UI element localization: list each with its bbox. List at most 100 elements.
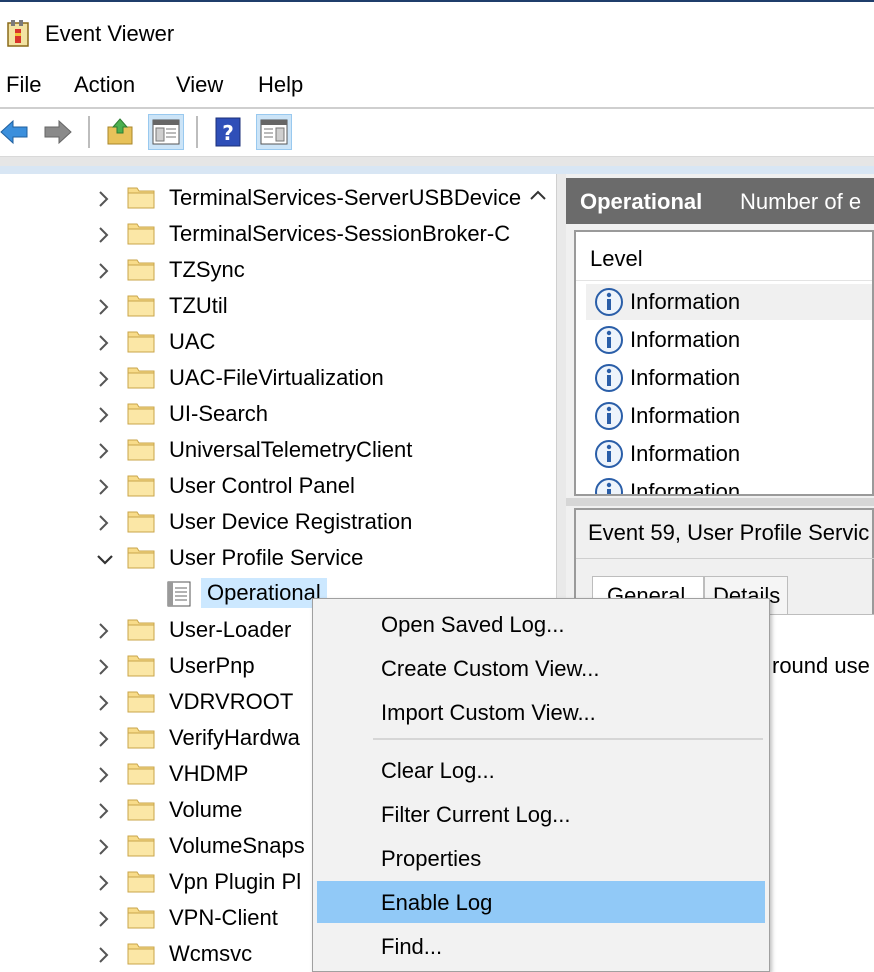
show-hide-action-pane-button[interactable] — [256, 114, 292, 150]
tree-item-label: TerminalServices-ServerUSBDevice — [169, 185, 522, 210]
menu-item-label: Find... — [381, 934, 443, 959]
tree-item-label: UAC-FileVirtualization — [169, 365, 384, 390]
chevron-right-icon[interactable] — [96, 440, 112, 459]
event-row[interactable]: Information — [586, 398, 872, 434]
up-folder-icon — [107, 118, 133, 145]
tree-item-label: User Profile Service — [169, 545, 364, 570]
tree-item[interactable]: UAC — [0, 323, 520, 359]
chevron-down-icon[interactable] — [96, 548, 113, 566]
show-hide-tree-button[interactable] — [148, 114, 184, 150]
tree-item[interactable]: TerminalServices-ServerUSBDevice — [0, 179, 522, 215]
information-icon — [594, 325, 624, 355]
tree-item-label: UAC — [169, 329, 216, 354]
log-icon — [165, 580, 193, 608]
chevron-right-icon[interactable] — [96, 800, 112, 819]
menu-help[interactable]: Help — [258, 72, 303, 98]
scroll-up-arrow-icon[interactable] — [528, 186, 548, 206]
chevron-right-icon[interactable] — [96, 656, 112, 675]
chevron-right-icon[interactable] — [96, 404, 112, 423]
chevron-right-icon[interactable] — [96, 908, 112, 927]
tree-item-label: Vpn Plugin Pl — [169, 869, 302, 894]
menu-item-find[interactable]: Find... — [317, 925, 765, 967]
menu-item-open-saved-log[interactable]: Open Saved Log... — [317, 603, 765, 645]
folder-icon — [127, 653, 155, 677]
tree-item-label: User Control Panel — [169, 473, 355, 498]
help-button[interactable]: ? — [210, 114, 246, 150]
chevron-right-icon[interactable] — [96, 692, 112, 711]
tree-item[interactable]: TZUtil — [0, 287, 520, 323]
chevron-right-icon[interactable] — [96, 836, 112, 855]
chevron-right-icon[interactable] — [96, 368, 112, 387]
event-row[interactable]: Information — [586, 322, 872, 358]
folder-icon — [127, 257, 155, 281]
events-list[interactable]: Level Information Information Information I… — [574, 230, 874, 496]
chevron-right-icon[interactable] — [96, 512, 112, 531]
folder-icon — [127, 941, 155, 965]
horizontal-splitter[interactable] — [566, 498, 874, 506]
log-title: Operational — [580, 189, 703, 214]
folder-icon — [127, 329, 155, 353]
chevron-right-icon[interactable] — [96, 872, 112, 891]
back-arrow-icon — [0, 119, 28, 145]
folder-icon — [127, 725, 155, 749]
tree-item[interactable]: TerminalServices-SessionBroker-C — [0, 215, 520, 251]
log-header: Operational Number of e — [566, 178, 874, 224]
tree-item-label: TZUtil — [169, 293, 228, 318]
chevron-right-icon[interactable] — [96, 296, 112, 315]
folder-icon — [127, 509, 155, 533]
tree-item[interactable]: TZSync — [0, 251, 520, 287]
tree-item[interactable]: User Device Registration — [0, 503, 520, 539]
chevron-right-icon[interactable] — [96, 620, 112, 639]
menu-item-filter-current-log[interactable]: Filter Current Log... — [317, 793, 765, 835]
tree-item-label: Wcmsvc — [169, 941, 253, 966]
tree-item[interactable]: User Profile Service — [0, 539, 520, 575]
tree-item[interactable]: UI-Search — [0, 395, 520, 431]
menu-item-label: Open Saved Log... — [381, 612, 565, 637]
information-icon — [594, 401, 624, 431]
menu-view[interactable]: View — [176, 72, 223, 98]
toolbar: ? — [0, 110, 874, 156]
chevron-right-icon[interactable] — [96, 764, 112, 783]
event-row[interactable]: Information — [586, 474, 872, 494]
chevron-right-icon[interactable] — [96, 944, 112, 963]
up-folder-button[interactable] — [102, 114, 138, 150]
event-row[interactable]: Information — [586, 436, 872, 472]
folder-icon — [127, 365, 155, 389]
menu-item-enable-log[interactable]: Enable Log — [317, 881, 765, 923]
menu-item-import-custom-view[interactable]: Import Custom View... — [317, 691, 765, 733]
folder-icon — [127, 761, 155, 785]
chevron-right-icon[interactable] — [96, 728, 112, 747]
menu-action[interactable]: Action — [74, 72, 135, 98]
folder-icon — [127, 221, 155, 245]
chevron-right-icon[interactable] — [96, 260, 112, 279]
back-button[interactable] — [0, 114, 32, 150]
pane-top-border — [0, 166, 874, 174]
window-title: Event Viewer — [45, 21, 175, 46]
event-row[interactable]: Information — [586, 284, 872, 320]
menu-item-create-custom-view[interactable]: Create Custom View... — [317, 647, 765, 689]
menu-item-clear-log[interactable]: Clear Log... — [317, 749, 765, 791]
tree-item-label: VPN-Client — [169, 905, 278, 930]
folder-icon — [127, 689, 155, 713]
event-row[interactable]: Information — [586, 360, 872, 396]
folder-icon — [127, 293, 155, 317]
tree-item[interactable]: UniversalTelemetryClient — [0, 431, 520, 467]
tree-item[interactable]: User Control Panel — [0, 467, 520, 503]
chevron-right-icon[interactable] — [96, 224, 112, 243]
menu-file[interactable]: File — [6, 72, 41, 98]
header-divider — [576, 280, 872, 281]
menu-item-properties[interactable]: Properties — [317, 837, 765, 879]
chevron-right-icon[interactable] — [96, 188, 112, 207]
tree-item-label: Volume — [169, 797, 243, 822]
menu-item-label: Create Custom View... — [381, 656, 600, 681]
context-menu: Open Saved Log... Create Custom View... Im… — [312, 598, 770, 972]
chevron-right-icon[interactable] — [96, 332, 112, 351]
svg-text:?: ? — [222, 121, 234, 145]
forward-button[interactable] — [40, 114, 76, 150]
chevron-right-icon[interactable] — [96, 476, 112, 495]
tree-item[interactable]: UAC-FileVirtualization — [0, 359, 520, 395]
column-header-level[interactable]: Level — [590, 246, 643, 272]
menu-item-label: Properties — [381, 846, 482, 871]
tree-item-label: VerifyHardwa — [169, 725, 300, 750]
folder-icon — [127, 617, 155, 641]
